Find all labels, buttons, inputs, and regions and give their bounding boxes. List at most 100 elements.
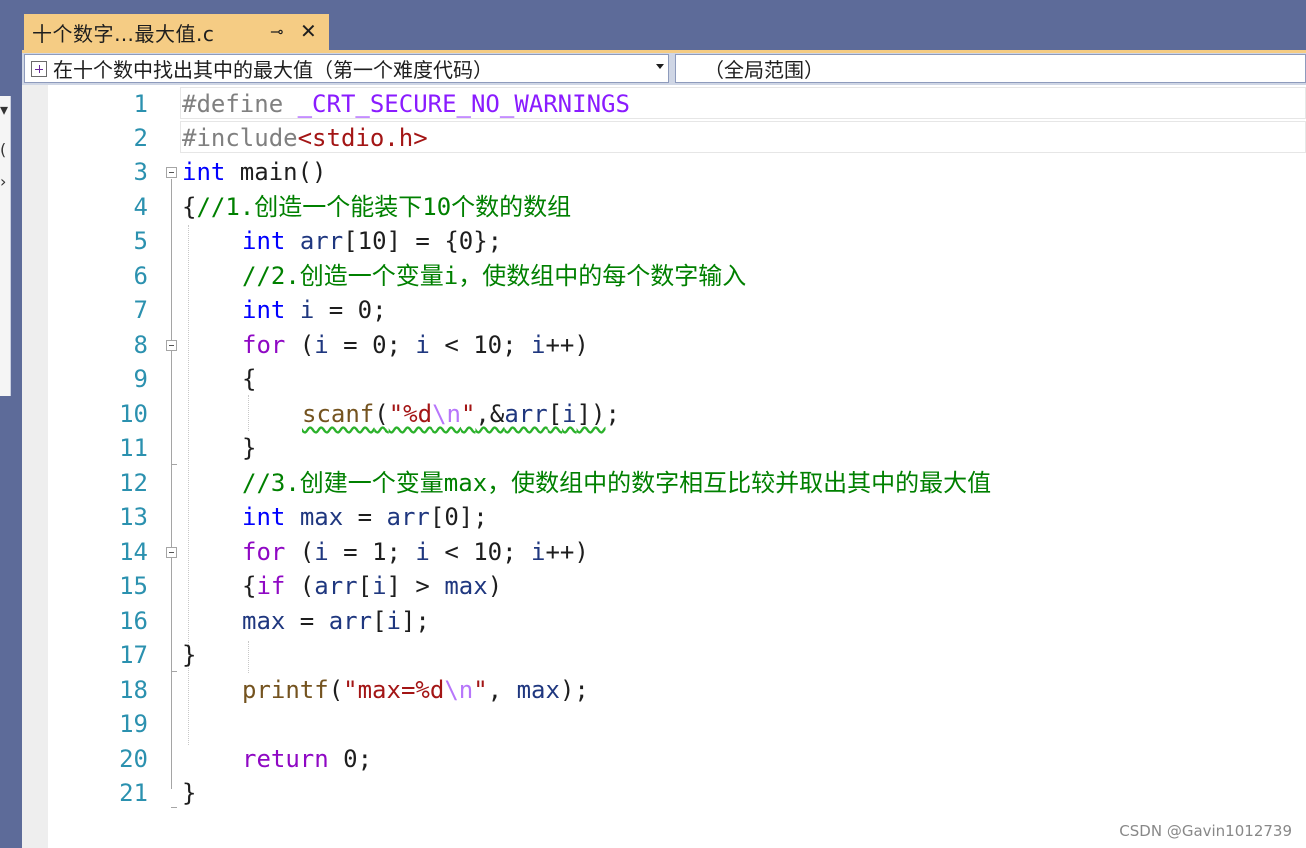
- code-line-12: //3.创建一个变量max，使数组中的数字相互比较并取出其中的最大值: [242, 466, 991, 500]
- navigation-bar: 在十个数中找出其中的最大值（第一个难度代码） （全局范围）: [22, 53, 1306, 85]
- code-line-14: for (i = 1; i < 10; i++): [242, 535, 589, 569]
- token: main(): [225, 158, 327, 186]
- code-line-6: //2.创造一个变量i，使数组中的每个数字输入: [242, 259, 746, 293]
- collapse-arrow-icon[interactable]: ▾: [0, 100, 8, 119]
- token: ": [473, 676, 488, 704]
- token: \n: [432, 400, 461, 428]
- token: ++): [545, 331, 589, 359]
- collapse-for-icon[interactable]: [166, 340, 177, 351]
- token: i: [531, 538, 546, 566]
- token: for: [242, 538, 286, 566]
- token: ): [487, 572, 503, 600]
- fold-end-main: [171, 807, 177, 808]
- token: if: [256, 572, 286, 600]
- code-editor[interactable]: 1 2 3 4 5 6 7 8 9 10 11 12 13 14 15 16 1…: [22, 85, 1306, 848]
- pin-icon[interactable]: ⊸: [270, 22, 283, 41]
- token: =: [343, 503, 387, 531]
- chevron-down-icon[interactable]: [656, 64, 664, 69]
- token: "%d: [388, 400, 433, 428]
- code-line-16: max = arr[i];: [242, 604, 430, 638]
- token: //1.创造一个能装下10个数的数组: [196, 193, 572, 221]
- fold-end-for: [171, 464, 177, 465]
- token: [: [357, 572, 373, 600]
- line-number: 16: [119, 607, 148, 635]
- token: int: [242, 503, 286, 531]
- token: int: [182, 158, 226, 186]
- token: {: [242, 365, 257, 393]
- token: \n: [444, 676, 474, 704]
- collapse-for2-icon[interactable]: [166, 547, 177, 558]
- token: ,&: [475, 400, 505, 428]
- token: < 10;: [429, 538, 532, 566]
- token: max: [444, 572, 488, 600]
- token: i: [415, 331, 430, 359]
- scope-dropdown[interactable]: 在十个数中找出其中的最大值（第一个难度代码）: [24, 54, 669, 83]
- token: < 10;: [429, 331, 532, 359]
- token: for: [242, 331, 286, 359]
- indent-guide: [248, 641, 249, 673]
- token: i: [386, 607, 401, 635]
- line-number: 15: [119, 572, 148, 600]
- indicator-margin[interactable]: [22, 85, 48, 848]
- token: ]): [576, 400, 606, 428]
- code-line-4: {//1.创造一个能装下10个数的数组: [182, 190, 571, 224]
- tab-active-document[interactable]: 十个数字…最大值.c ⊸ ✕: [24, 14, 329, 50]
- token: ] >: [386, 572, 445, 600]
- token: i: [531, 331, 546, 359]
- warning-squiggle[interactable]: scanf("%d\n",&arr[i]): [302, 400, 606, 428]
- token: (: [285, 538, 315, 566]
- project-icon: [31, 60, 47, 77]
- token: {: [242, 572, 257, 600]
- line-number: 19: [119, 710, 148, 738]
- token: }: [182, 641, 197, 669]
- code-line-18: printf("max=%d\n", max);: [242, 673, 589, 707]
- token: max: [299, 503, 344, 531]
- token: (: [285, 572, 315, 600]
- token: 0;: [328, 745, 373, 773]
- close-icon[interactable]: ✕: [300, 19, 317, 43]
- token: ++): [545, 538, 589, 566]
- token: ": [460, 400, 476, 428]
- token: max: [242, 607, 286, 635]
- token: }: [242, 434, 257, 462]
- code-line-1: #define _CRT_SECURE_NO_WARNINGS: [182, 87, 630, 121]
- token: #define: [182, 90, 298, 118]
- token: ;: [605, 400, 620, 428]
- code-line-3: int main(): [182, 155, 327, 189]
- token: arr: [314, 572, 358, 600]
- token: [: [547, 400, 563, 428]
- code-line-8: for (i = 0; i < 10; i++): [242, 328, 589, 362]
- line-number: 5: [133, 227, 148, 255]
- token: #include: [182, 124, 298, 152]
- token: i: [415, 538, 430, 566]
- token: scanf: [302, 400, 375, 428]
- line-number: 14: [119, 538, 148, 566]
- token: i: [372, 572, 387, 600]
- token: //2.创造一个变量i，使数组中的每个数字输入: [242, 262, 747, 290]
- token: int: [242, 296, 286, 324]
- token: = 0;: [314, 296, 387, 324]
- code-line-5: int arr[10] = {0};: [242, 224, 502, 258]
- line-number: 10: [119, 400, 148, 428]
- line-number: 2: [133, 124, 148, 152]
- token: }: [182, 779, 197, 807]
- left-panel-strip: ▾ ( ›: [0, 0, 22, 848]
- collapse-main-icon[interactable]: [166, 167, 177, 178]
- token: = 0;: [328, 331, 416, 359]
- code-line-11: }: [242, 431, 256, 465]
- token: {: [182, 193, 197, 221]
- line-number: 17: [119, 641, 148, 669]
- token: i: [314, 538, 329, 566]
- line-number: 6: [133, 262, 148, 290]
- member-dropdown[interactable]: （全局范围）: [675, 54, 1306, 83]
- fold-guide-main: [171, 179, 172, 789]
- code-line-9: {: [242, 362, 256, 396]
- indent-guide: [248, 395, 249, 431]
- line-number: 7: [133, 296, 148, 324]
- token: ];: [400, 607, 430, 635]
- code-line-21: }: [182, 776, 196, 810]
- code-line-13: int max = arr[0];: [242, 500, 488, 534]
